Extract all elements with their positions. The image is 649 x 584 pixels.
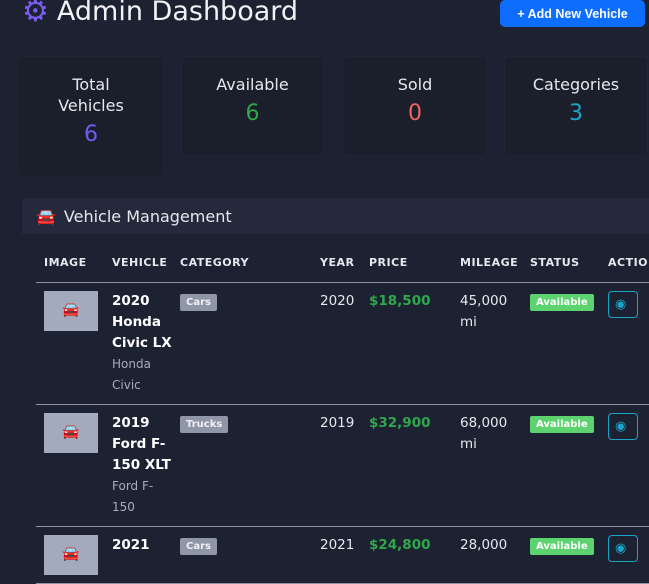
column-header: ACTIONS	[600, 254, 649, 283]
car-icon: 🚘	[44, 534, 98, 575]
stat-label: Sold	[397, 75, 433, 94]
mileage: 28,000	[452, 526, 522, 584]
stat-label: Total Vehicles	[58, 75, 124, 115]
vehicle-management-header: 🚘 Vehicle Management	[22, 198, 649, 234]
year: 2021	[312, 526, 361, 584]
eye-icon: ◉	[615, 296, 627, 312]
year: 2020	[312, 282, 361, 405]
year: 2019	[312, 404, 361, 527]
vehicle-make-model: Honda Civic	[112, 356, 151, 392]
page-title: ⚙ Admin Dashboard	[22, 0, 298, 27]
stat-value: 6	[84, 122, 98, 147]
table-row: 🚘 2021 Cars 2021 $24,800 28,000 Availabl…	[36, 526, 649, 584]
category-badge: Cars	[180, 293, 217, 311]
car-icon: 🚘	[44, 290, 98, 331]
column-header: IMAGE	[36, 254, 104, 283]
column-header: PRICE	[361, 254, 452, 283]
price: $32,900	[361, 404, 452, 527]
stat-label: Categories	[532, 75, 620, 94]
vehicle-make-model: Ford F-150	[112, 478, 154, 514]
eye-icon: ◉	[615, 418, 627, 434]
vehicle-table: IMAGE VEHICLE CATEGORY YEAR PRICE MILEAG…	[36, 254, 649, 584]
column-header: YEAR	[312, 254, 361, 283]
stat-value: 0	[408, 101, 422, 126]
table-row: 🚘 2020 Honda Civic LX Honda Civic Cars 20…	[36, 282, 649, 405]
column-header: STATUS	[522, 254, 600, 283]
vehicle-name: 2021	[112, 536, 150, 553]
panel-title: Vehicle Management	[63, 206, 232, 226]
vehicle-name: 2020 Honda Civic LX	[112, 292, 172, 351]
table-header-row: IMAGE VEHICLE CATEGORY YEAR PRICE MILEAG…	[36, 254, 649, 283]
price: $18,500	[361, 282, 452, 405]
eye-icon: ◉	[615, 540, 627, 556]
car-icon: 🚘	[44, 412, 98, 453]
stat-value: 3	[569, 101, 583, 126]
add-new-vehicle-button[interactable]: + Add New Vehicle	[500, 0, 645, 27]
stat-card-available: Available 6	[183, 58, 322, 154]
table-row: 🚘 2019 Ford F-150 XLT Ford F-150 Trucks 2…	[36, 404, 649, 527]
column-header: CATEGORY	[172, 254, 312, 283]
column-header: VEHICLE	[104, 254, 172, 283]
gear-icon: ⚙	[22, 0, 49, 29]
view-button[interactable]: ◉	[608, 534, 638, 562]
stat-value: 6	[245, 101, 260, 126]
price: $24,800	[361, 526, 452, 584]
view-button[interactable]: ◉	[608, 290, 638, 318]
category-badge: Cars	[180, 537, 217, 555]
page-title-text: Admin Dashboard	[56, 0, 299, 27]
status-badge: Available	[530, 293, 594, 311]
view-button[interactable]: ◉	[608, 412, 638, 440]
mileage: 68,000 mi	[452, 404, 522, 527]
car-icon: 🚘	[36, 206, 56, 226]
stat-card-categories: Categories 3	[506, 58, 646, 154]
vehicle-name: 2019 Ford F-150 XLT	[112, 414, 171, 473]
status-badge: Available	[530, 537, 594, 555]
stat-card-sold: Sold 0	[345, 58, 485, 154]
mileage: 45,000 mi	[452, 282, 522, 405]
stat-label: Available	[216, 75, 289, 94]
category-badge: Trucks	[180, 415, 229, 433]
column-header: MILEAGE	[452, 254, 522, 283]
stat-card-total: Total Vehicles 6	[20, 58, 162, 176]
status-badge: Available	[530, 415, 594, 433]
